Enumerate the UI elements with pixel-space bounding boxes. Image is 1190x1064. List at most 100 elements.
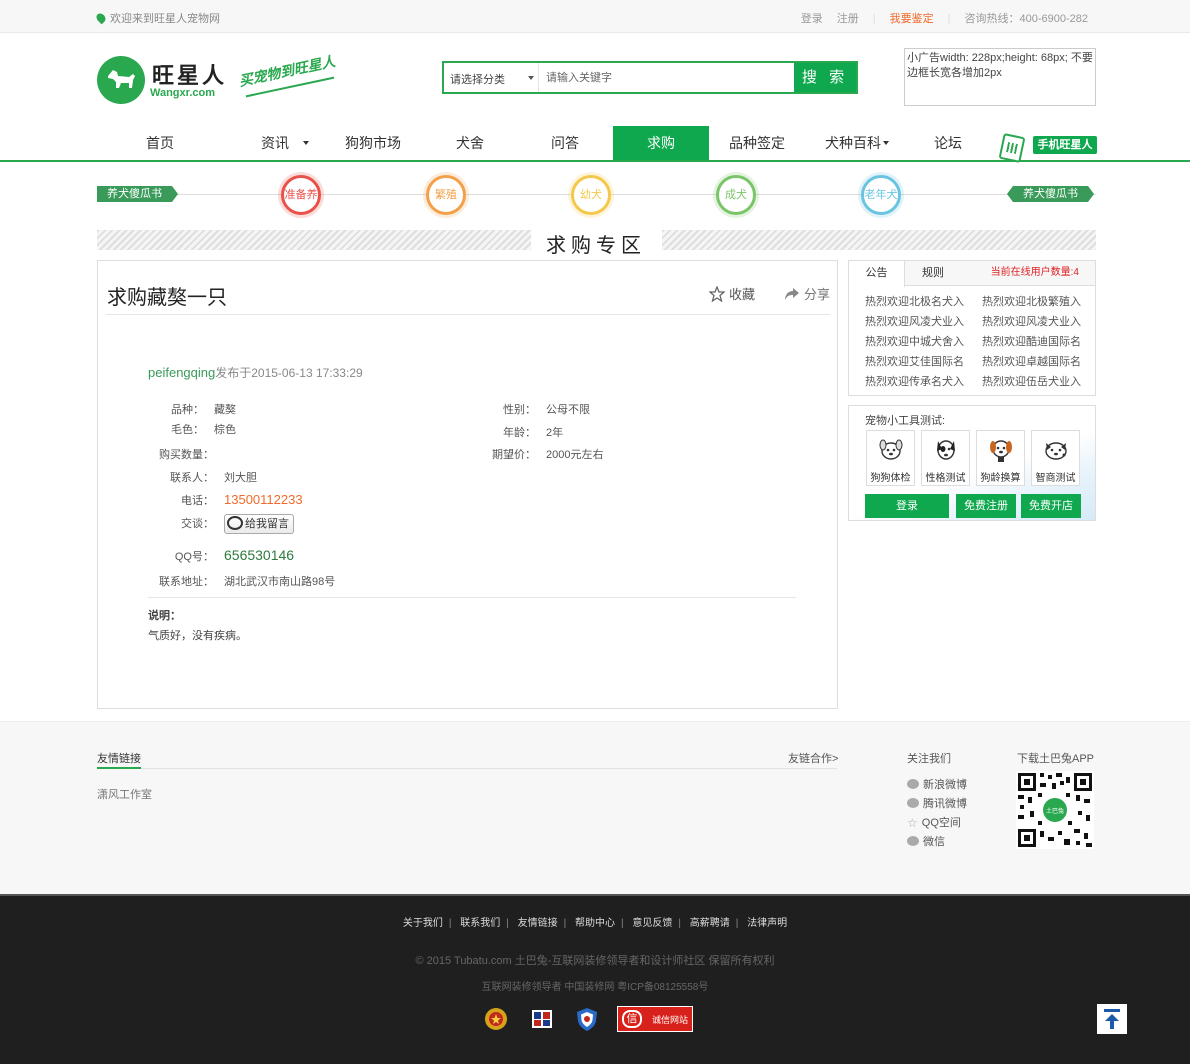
notice-item[interactable]: 热烈欢迎传承名犬入 [865, 373, 975, 389]
careers-link[interactable]: 高薪聘请 [690, 918, 730, 929]
notice-item[interactable]: 热烈欢迎酷迪国际名 [982, 333, 1092, 349]
field-price: 期望价： 2000元左右 [478, 446, 603, 462]
mobile-label: 手机旺星人 [1033, 136, 1097, 154]
dog-guide-tag-left[interactable]: 养犬傻瓜书 [97, 186, 178, 202]
welcome-text: 欢迎来到旺星人宠物网 [94, 10, 220, 26]
friend-links-link[interactable]: 友情链接 [518, 918, 558, 929]
tab-rules[interactable]: 规则 [905, 261, 961, 286]
tool-personality-test[interactable]: 性格测试 [921, 430, 970, 486]
field-phone: 电话： 13500112233 [148, 492, 303, 508]
help-center-link[interactable]: 帮助中心 [575, 918, 615, 929]
notice-item[interactable]: 热烈欢迎北极名犬入 [865, 293, 975, 309]
chevron-down-icon [303, 141, 309, 145]
pet-tools-panel: 宠物小工具测试: 狗狗体检 性格测试 狗龄换算 智商测试 登录 免费注册 免费开… [848, 405, 1096, 521]
stage-prepare[interactable]: 准备养 [281, 175, 321, 215]
search-input[interactable] [541, 63, 795, 92]
nav-home[interactable]: 首页 [110, 126, 210, 160]
field-value: 棕色 [214, 424, 236, 436]
hotline-text: 咨询热线：400-6900-282 [964, 13, 1088, 25]
notice-item[interactable]: 热烈欢迎艾佳国际名 [865, 353, 975, 369]
tab-announcement[interactable]: 公告 [849, 261, 905, 287]
shield-badge-icon[interactable] [574, 1006, 600, 1035]
tencent-weibo-link[interactable]: 腾讯微博 [907, 795, 967, 811]
about-link[interactable]: 关于我们 [403, 918, 443, 929]
copyright: © 2015 Tubatu.com 土巴兔-互联网装修领导者和设计师社区 保留所… [415, 955, 775, 967]
poster-username[interactable]: peifengqing [148, 365, 215, 380]
nav-breed-wiki[interactable]: 犬种百科 [812, 126, 902, 160]
tool-age-converter[interactable]: 狗龄换算 [976, 430, 1025, 486]
notice-item[interactable]: 热烈欢迎风凌犬业入 [865, 313, 975, 329]
login-link[interactable]: 登录 [801, 13, 823, 25]
stage-adult[interactable]: 成犬 [716, 175, 756, 215]
friend-links-divider [97, 767, 837, 769]
stage-senior[interactable]: 老年犬 [861, 175, 901, 215]
notice-item[interactable]: 热烈欢迎中城犬舍入 [865, 333, 975, 349]
site-footer: 关于我们 | 联系我们 | 友情链接 | 帮助中心 | 意见反馈 | 高薪聘请 | 法律声明… [0, 894, 1190, 1064]
legal-link[interactable]: 法律声明 [747, 918, 787, 929]
free-register-button[interactable]: 免费注册 [956, 494, 1016, 518]
stage-breeding[interactable]: 繁殖 [426, 175, 466, 215]
field-value: 湖北武汉市南山路98号 [224, 576, 336, 588]
dog-silhouette-icon [108, 70, 135, 88]
category-select[interactable]: 请选择分类 [444, 63, 539, 92]
security-badge-icon[interactable] [529, 1006, 555, 1035]
field-value: 2000元左右 [546, 449, 604, 461]
app-qr-code: 土巴兔 [1016, 771, 1094, 849]
dog-personality-icon [937, 440, 955, 460]
back-to-top-button[interactable] [1097, 1004, 1127, 1034]
qq-number[interactable]: 656530146 [224, 547, 294, 563]
nav-news[interactable]: 资讯 [240, 126, 330, 160]
leave-message-button[interactable]: 给我留言 [224, 514, 294, 534]
dog-age-icon [990, 440, 1012, 462]
notice-item[interactable]: 热烈欢迎风凌犬业入 [982, 313, 1092, 329]
notice-item[interactable]: 热烈欢迎卓越国际名 [982, 353, 1092, 369]
friend-link[interactable]: 潇风工作室 [97, 786, 152, 802]
tool-dog-checkup[interactable]: 狗狗体检 [866, 430, 915, 486]
wechat-link[interactable]: 微信 [907, 833, 945, 849]
police-badge-icon[interactable] [483, 1006, 509, 1035]
slogan: 买宠物到旺星人 [237, 53, 337, 90]
nav-wanted[interactable]: 求购 [613, 126, 709, 160]
nav-forum[interactable]: 论坛 [905, 126, 991, 160]
nav-news-label: 资讯 [261, 135, 289, 151]
feedback-link[interactable]: 意见反馈 [632, 918, 672, 929]
logo-text[interactable]: 旺星人 [152, 58, 227, 90]
appraise-link[interactable]: 我要鉴定 [890, 13, 934, 25]
tools-title: 宠物小工具测试: [865, 415, 946, 427]
dog-guide-tag-right[interactable]: 养犬傻瓜书 [1007, 186, 1094, 202]
top-bar: 欢迎来到旺星人宠物网 登录 注册 | 我要鉴定 | 咨询热线：400-6900-282 [0, 0, 1190, 33]
nav-dog-market[interactable]: 狗狗市场 [330, 126, 416, 160]
title-hatch-right [662, 230, 1096, 250]
field-breed: 品种： 藏獒 [148, 401, 236, 417]
qr-logo-label: 土巴兔 [1045, 809, 1064, 815]
logo-dog-icon[interactable] [97, 56, 145, 104]
trusted-site-badge[interactable]: 信 诚信网站 [617, 1006, 693, 1032]
open-shop-button[interactable]: 免费开店 [1021, 494, 1081, 518]
location-pin-icon [94, 11, 108, 25]
stage-puppy[interactable]: 幼犬 [571, 175, 611, 215]
app-download-title: 下载土巴兔APP [1017, 753, 1095, 765]
qzone-link[interactable]: ☆ QQ空间 [907, 814, 961, 830]
nav-breed-wiki-label: 犬种百科 [825, 135, 881, 151]
logo-domain: Wangxr.com [150, 87, 215, 99]
weibo-link[interactable]: 新浪微博 [907, 776, 967, 792]
notice-panel: 公告 规则 当前在线用户数量:4 热烈欢迎北极名犬入 热烈欢迎北极繁殖入 热烈欢… [848, 260, 1096, 396]
share-button[interactable]: 分享 [784, 284, 830, 303]
field-age: 年龄： 2年 [478, 424, 563, 440]
register-link[interactable]: 注册 [837, 13, 859, 25]
phone-number[interactable]: 13500112233 [224, 492, 303, 507]
login-button[interactable]: 登录 [865, 494, 949, 518]
ad-box[interactable]: 小广告width: 228px;height: 68px; 不要边框长宽各增加2… [904, 48, 1096, 106]
share-arrow-icon [785, 288, 799, 300]
nav-breed-appraisal[interactable]: 品种签定 [712, 126, 802, 160]
contact-link[interactable]: 联系我们 [460, 918, 500, 929]
favorite-button[interactable]: 收藏 [708, 284, 755, 303]
follow-label: 新浪微博 [923, 779, 967, 791]
notice-item[interactable]: 热烈欢迎伍岳犬业入 [982, 373, 1092, 389]
nav-qa[interactable]: 问答 [520, 126, 610, 160]
tool-iq-test[interactable]: 智商测试 [1031, 430, 1080, 486]
nav-kennel[interactable]: 犬舍 [425, 126, 515, 160]
link-cooperation-link[interactable]: 友链合作> [788, 750, 838, 766]
search-button[interactable]: 搜 索 [794, 63, 856, 92]
notice-item[interactable]: 热烈欢迎北极繁殖入 [982, 293, 1092, 309]
